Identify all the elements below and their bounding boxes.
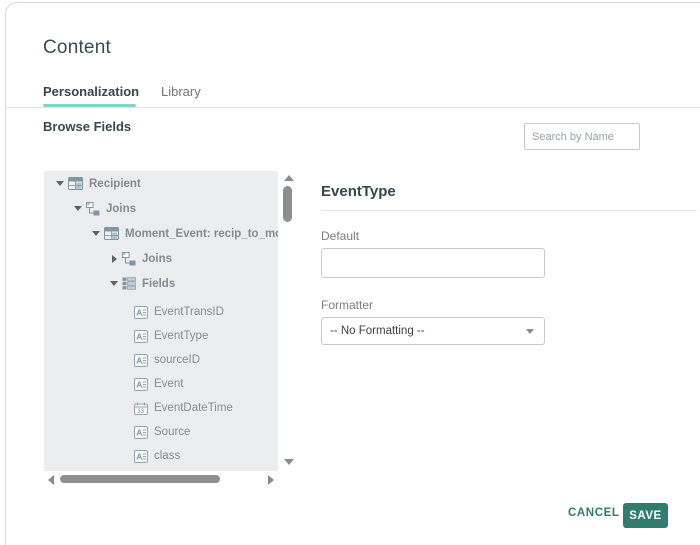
scroll-right-arrow-icon[interactable] (268, 475, 274, 485)
text-field-icon: A (134, 306, 148, 319)
formatter-selected-value: -- No Formatting -- (330, 325, 526, 337)
detail-divider (321, 210, 697, 211)
horizontal-scrollbar-thumb[interactable] (60, 475, 220, 483)
scroll-down-arrow-icon[interactable] (284, 459, 294, 465)
tree-item-label: Event (154, 378, 183, 390)
svg-text:A: A (136, 307, 142, 317)
tree-item-event[interactable]: A Event (44, 372, 278, 396)
search-input[interactable] (524, 123, 640, 150)
tree-item-label: class (154, 450, 180, 462)
vertical-scrollbar-thumb[interactable] (283, 186, 292, 222)
caret-down-icon[interactable] (56, 181, 64, 186)
browse-fields-heading: Browse Fields (43, 119, 131, 134)
field-tree: Recipient Joins Moment_Event: recip_to_mom… (44, 171, 278, 471)
caret-down-icon[interactable] (110, 281, 118, 286)
tree-item-source[interactable]: A Source (44, 420, 278, 444)
tree-item-label: Source (154, 426, 190, 438)
table-icon (104, 227, 119, 240)
default-value-input[interactable] (321, 248, 545, 278)
tree-item-sourceid[interactable]: AsourceID (44, 348, 278, 372)
caret-right-icon[interactable] (112, 255, 117, 263)
tree-vertical-scrollbar (282, 171, 294, 471)
text-field-icon: A (134, 450, 148, 463)
svg-text:A: A (136, 379, 142, 389)
caret-down-icon[interactable] (74, 206, 82, 211)
tree-item-label: Recipient (89, 178, 141, 190)
tree-item-label: Moment_Event: recip_to_moment_e (125, 228, 278, 240)
fields-icon (122, 277, 136, 290)
text-field-icon: A (134, 426, 148, 439)
text-field-icon: A (134, 354, 148, 367)
svg-text:A: A (136, 427, 142, 437)
tree-item[interactable]: A (44, 468, 278, 471)
joins-icon (122, 252, 136, 266)
tree-horizontal-scrollbar (44, 474, 278, 486)
tree-item-label: Joins (142, 253, 172, 265)
tree-item-label: sourceID (154, 354, 200, 366)
tree-item-fields[interactable]: Fields (44, 271, 278, 296)
text-field-icon: A (134, 330, 148, 343)
svg-text:33: 33 (137, 409, 144, 415)
tree-item-eventtransid[interactable]: A EventTransID (44, 300, 278, 324)
chevron-down-icon (526, 329, 534, 334)
tree-item-recipient[interactable]: Recipient (44, 171, 278, 196)
tree-item-label: EventTransID (154, 306, 224, 318)
formatter-select[interactable]: -- No Formatting -- (321, 317, 545, 345)
svg-text:A: A (136, 451, 142, 461)
table-icon (68, 177, 83, 190)
tab-personalization[interactable]: Personalization (43, 84, 139, 99)
tree-item-label: EventDateTime (154, 402, 233, 414)
svg-text:A: A (136, 331, 142, 341)
tree-item-label: Joins (106, 203, 136, 215)
tree-item-label: EventType (154, 330, 208, 342)
content-dialog: Content Personalization Library Browse F… (5, 2, 700, 545)
date-field-icon: 33 (134, 402, 148, 415)
tab-library[interactable]: Library (161, 84, 201, 99)
scroll-up-arrow-icon[interactable] (284, 175, 294, 181)
dialog-title: Content (43, 37, 111, 59)
tab-bar: Personalization Library (6, 81, 700, 108)
tree-item-eventtype[interactable]: A EventType (44, 324, 278, 348)
caret-down-icon[interactable] (92, 231, 100, 236)
tree-item-label: Fields (142, 278, 175, 290)
joins-icon (86, 202, 100, 216)
cancel-button[interactable]: CANCEL (562, 506, 626, 520)
selected-field-title: EventType (321, 183, 396, 200)
text-field-icon: A (134, 378, 148, 391)
active-tab-underline (43, 104, 136, 107)
default-label: Default (321, 229, 359, 243)
tree-item-eventdatetime[interactable]: 33 EventDateTime (44, 396, 278, 420)
tree-item-moment-event-recip-to-moment-e[interactable]: Moment_Event: recip_to_moment_e (44, 221, 278, 246)
save-button[interactable]: SAVE (623, 503, 668, 528)
scroll-left-arrow-icon[interactable] (48, 475, 54, 485)
tree-item-class[interactable]: Aclass (44, 444, 278, 468)
formatter-label: Formatter (321, 298, 373, 312)
tree-item-joins[interactable]: Joins (44, 246, 278, 271)
tree-item-joins[interactable]: Joins (44, 196, 278, 221)
svg-text:A: A (136, 355, 142, 365)
